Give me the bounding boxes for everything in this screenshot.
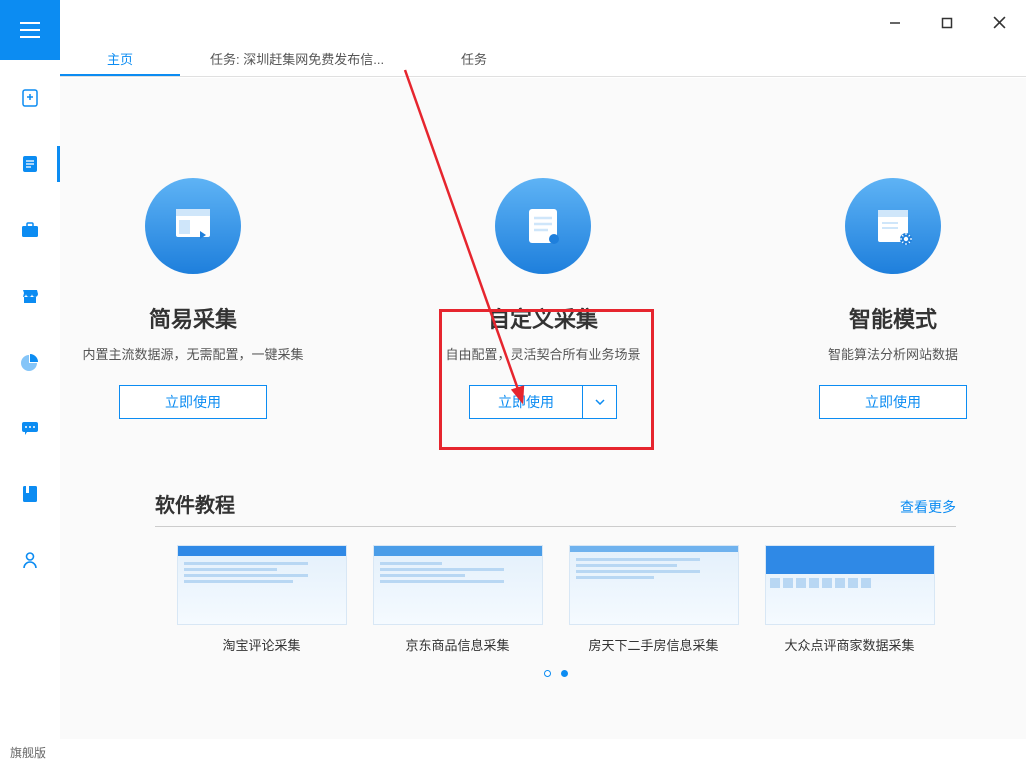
card-desc: 智能算法分析网站数据	[773, 344, 1013, 363]
sidebar-message[interactable]	[0, 410, 60, 446]
tutorial-item-jd[interactable]: 京东商品信息采集	[373, 545, 543, 654]
use-now-button[interactable]: 立即使用	[119, 385, 267, 419]
tutorial-heading: 软件教程	[155, 489, 235, 518]
tutorial-item-dianping[interactable]: 大众点评商家数据采集	[765, 545, 935, 654]
card-smart-mode: 智能模式 智能算法分析网站数据 立即使用	[773, 178, 1013, 419]
sidebar-chart[interactable]	[0, 344, 60, 380]
tutorial-label: 房天下二手房信息采集	[569, 635, 739, 654]
card-desc: 内置主流数据源，无需配置，一键采集	[73, 344, 313, 363]
close-button[interactable]	[984, 8, 1014, 38]
tutorial-label: 京东商品信息采集	[373, 635, 543, 654]
sidebar-book[interactable]	[0, 476, 60, 512]
use-now-button[interactable]: 立即使用	[819, 385, 967, 419]
card-simple-collection: 简易采集 内置主流数据源，无需配置，一键采集 立即使用	[73, 178, 313, 419]
version-label: 旗舰版	[10, 746, 46, 760]
card-title: 智能模式	[773, 302, 1013, 334]
annotation-arrow	[395, 65, 535, 410]
tutorial-thumb	[373, 545, 543, 625]
sidebar-tasks[interactable]	[0, 146, 60, 182]
sidebar-new[interactable]	[0, 80, 60, 116]
simple-collection-icon	[145, 178, 241, 274]
tutorial-label: 大众点评商家数据采集	[765, 635, 935, 654]
view-more-link[interactable]: 查看更多	[900, 497, 956, 517]
tutorial-thumb	[765, 545, 935, 625]
tutorial-thumb	[177, 545, 347, 625]
page-dot-2[interactable]	[561, 670, 568, 677]
tab-task-shenzhen[interactable]: 任务: 深圳赶集网免费发布信...	[180, 45, 414, 76]
tutorial-item-fang[interactable]: 房天下二手房信息采集	[569, 545, 739, 654]
maximize-button[interactable]	[932, 8, 962, 38]
sidebar-toolbox[interactable]	[0, 212, 60, 248]
tutorial-thumb	[569, 545, 739, 625]
minimize-button[interactable]	[880, 8, 910, 38]
tutorial-item-taobao[interactable]: 淘宝评论采集	[177, 545, 347, 654]
card-title: 简易采集	[73, 302, 313, 334]
sidebar-user[interactable]	[0, 542, 60, 578]
page-dot-1[interactable]	[544, 670, 551, 677]
sidebar-store[interactable]	[0, 278, 60, 314]
tab-home[interactable]: 主页	[60, 45, 180, 76]
tutorial-label: 淘宝评论采集	[177, 635, 347, 654]
menu-button[interactable]	[0, 0, 60, 60]
smart-mode-icon	[845, 178, 941, 274]
hamburger-icon	[20, 22, 40, 38]
